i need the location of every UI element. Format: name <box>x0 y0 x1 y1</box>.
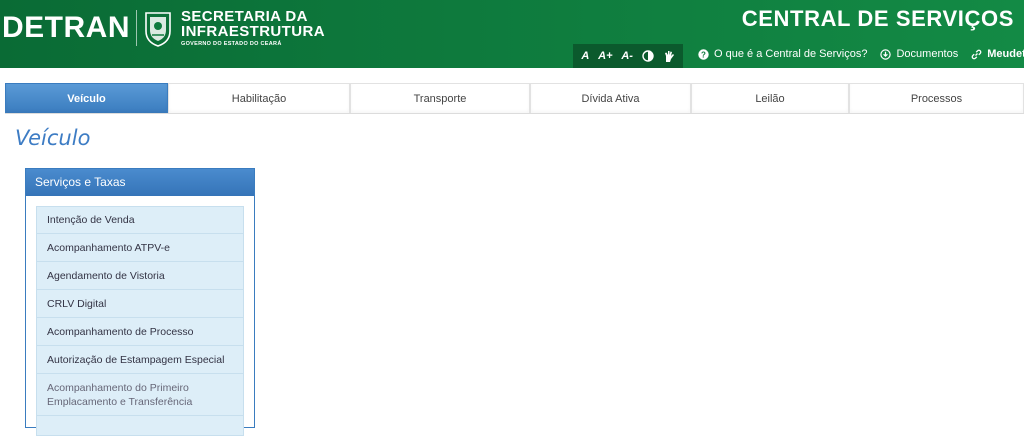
services-panel: Serviços e Taxas Intenção de Venda Acomp… <box>25 168 255 436</box>
tab-leilao[interactable]: Leilão <box>691 83 849 113</box>
tab-veiculo[interactable]: Veículo <box>5 83 168 113</box>
font-decrease-button[interactable]: A- <box>621 50 633 62</box>
question-circle-icon: ? <box>698 48 709 60</box>
svg-text:?: ? <box>701 50 706 59</box>
services-list: Intenção de Venda Acompanhamento ATPV-e … <box>36 206 244 436</box>
link-documentos[interactable]: Documentos <box>880 48 958 60</box>
service-item-atpv-e[interactable]: Acompanhamento ATPV-e <box>36 234 244 262</box>
page-title: Veículo <box>15 126 91 150</box>
secretaria-line-1: SECRETARIA DA <box>181 7 308 25</box>
top-links: ? O que é a Central de Serviços? Documen… <box>698 48 1024 60</box>
central-title: CENTRAL DE SERVIÇOS <box>741 6 1014 31</box>
logo-divider <box>136 10 137 46</box>
panel-title: Serviços e Taxas <box>26 169 254 196</box>
link-documentos-label: Documentos <box>896 48 959 60</box>
tab-habilitacao[interactable]: Habilitação <box>168 83 350 113</box>
font-increase-button[interactable]: A+ <box>598 50 612 62</box>
detran-logo[interactable]: DETRAN <box>2 11 130 45</box>
link-icon <box>971 49 982 60</box>
service-item-intencao-venda[interactable]: Intenção de Venda <box>36 206 244 234</box>
secretaria-block: SECRETARIA DA INFRAESTRUTURA GOVERNO DO … <box>181 9 325 48</box>
service-item-primeiro-emplacamento[interactable]: Acompanhamento do Primeiro Emplacamento … <box>36 374 244 416</box>
site-header: DETRAN SECRETARIA DA INFRAESTRUTURA GOVE… <box>0 0 1024 68</box>
font-normal-button[interactable]: A <box>581 50 589 62</box>
link-meudetran[interactable]: Meudetran <box>971 48 1024 60</box>
brand-logos[interactable]: DETRAN SECRETARIA DA INFRAESTRUTURA GOVE… <box>0 8 325 48</box>
sign-language-icon[interactable] <box>663 50 675 63</box>
link-meudetran-label: Meudetran <box>987 48 1024 60</box>
ceara-seal-icon <box>145 12 171 47</box>
secretaria-line-2: INFRAESTRUTURA <box>181 22 325 40</box>
tab-processos[interactable]: Processos <box>849 83 1024 113</box>
accessibility-toolbar: A A+ A- <box>573 44 683 68</box>
service-tabs: Veículo Habilitação Transporte Dívida At… <box>5 83 1024 114</box>
link-about-label: O que é a Central de Serviços? <box>714 48 868 60</box>
contrast-icon[interactable] <box>642 50 654 62</box>
download-circle-icon <box>880 48 892 60</box>
tab-transporte[interactable]: Transporte <box>350 83 530 113</box>
service-item-agendamento-vistoria[interactable]: Agendamento de Vistoria <box>36 262 244 290</box>
service-item-acompanhamento-processo[interactable]: Acompanhamento de Processo <box>36 318 244 346</box>
service-item-partial[interactable] <box>36 416 244 436</box>
secretaria-subtitle: GOVERNO DO ESTADO DO CEARÁ <box>181 40 282 47</box>
link-about-central[interactable]: ? O que é a Central de Serviços? <box>698 48 867 60</box>
tab-divida-ativa[interactable]: Dívida Ativa <box>530 83 691 113</box>
service-item-estampagem-especial[interactable]: Autorização de Estampagem Especial <box>36 346 244 374</box>
service-item-crlv-digital[interactable]: CRLV Digital <box>36 290 244 318</box>
